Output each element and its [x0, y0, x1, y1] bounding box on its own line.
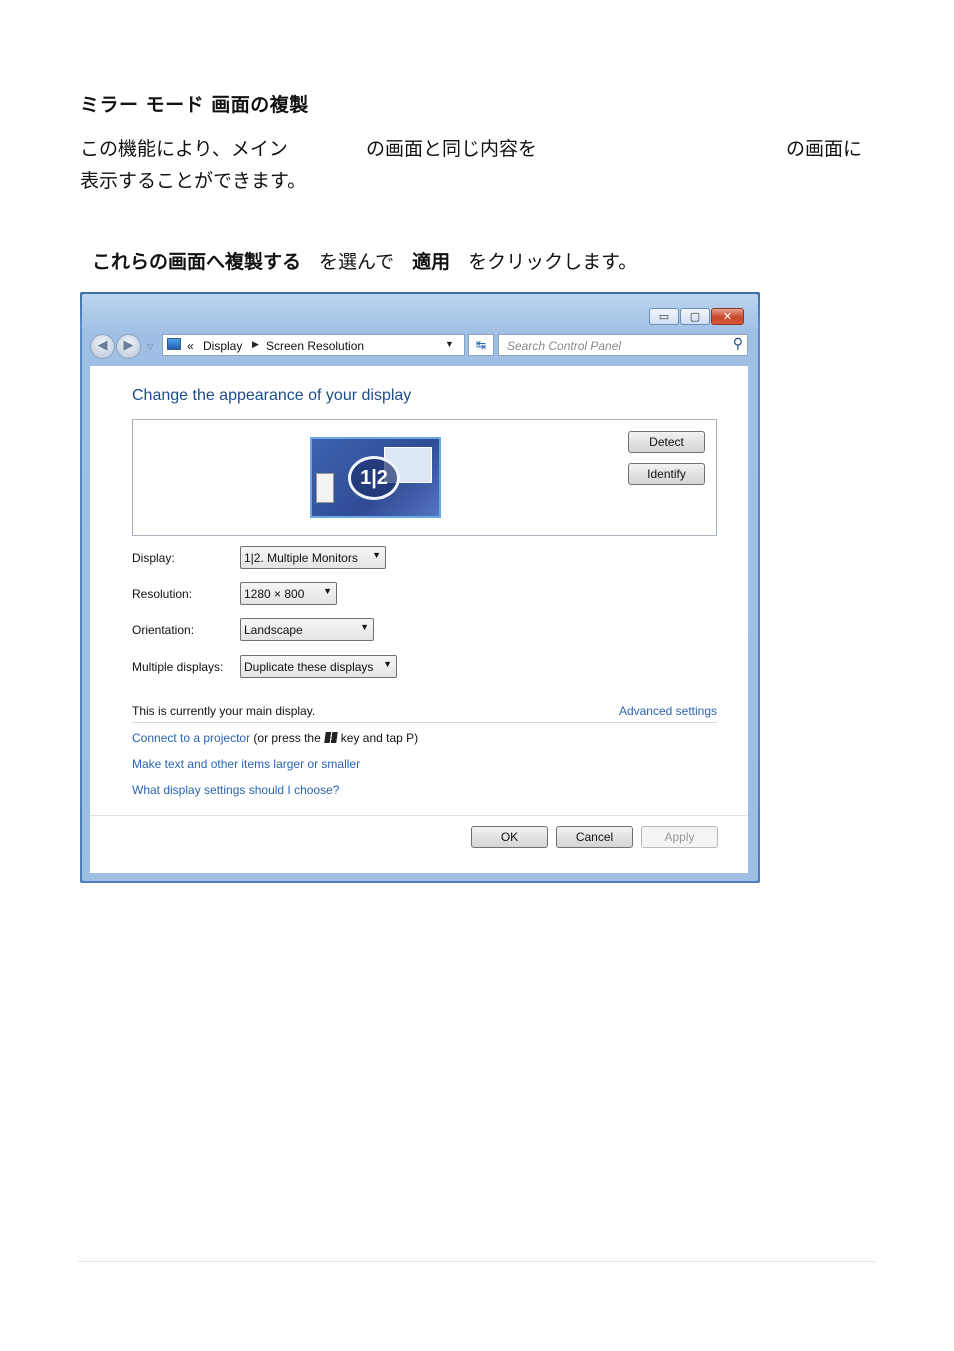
instr-bold-option: これらの画面へ複製する [92, 251, 302, 273]
resolution-select[interactable]: 1280 × 800 ▼ [240, 582, 337, 605]
doc-heading: ミラー モード 画面の複製 [80, 94, 309, 116]
para-segment-3: の画面に [786, 138, 863, 160]
ok-button[interactable]: OK [471, 826, 548, 848]
identify-button[interactable]: Identify [628, 463, 705, 485]
screen-resolution-window: ▭ ▢ ✕ ◀ ▶ ▽ « Display ▶ Screen Resolutio… [80, 292, 760, 883]
display-settings-help-link[interactable]: What display settings should I choose? [132, 783, 339, 797]
instr-text-1: を選んで [319, 251, 395, 273]
forward-button[interactable]: ▶ [116, 334, 141, 359]
projector-hint-1: (or press the [253, 731, 321, 745]
para-line-2: 表示することができます。 [80, 170, 307, 192]
divider [132, 722, 717, 723]
para-segment-2: の画面と同じ内容を [366, 138, 538, 160]
search-icon[interactable]: ⚲ [733, 336, 743, 352]
instr-text-2: をクリックします。 [468, 251, 638, 273]
instr-bold-apply: 適用 [412, 251, 451, 273]
control-panel-icon [167, 338, 181, 350]
content-pane: Change the appearance of your display 1|… [90, 366, 748, 873]
back-button[interactable]: ◀ [90, 334, 115, 359]
connect-projector-link[interactable]: Connect to a projector [132, 731, 250, 745]
chevron-down-icon: ▼ [372, 550, 381, 560]
window-chrome: ▭ ▢ ✕ ◀ ▶ ▽ « Display ▶ Screen Resolutio… [82, 294, 758, 881]
doc-instruction: これらの画面へ複製する を選んで 適用 をクリックします。 [92, 247, 637, 274]
multiple-displays-select-value: Duplicate these displays [244, 660, 374, 674]
advanced-settings-link[interactable]: Advanced settings [619, 704, 717, 718]
refresh-icon: ↹ [475, 338, 487, 352]
close-icon: ✕ [722, 310, 733, 323]
search-input[interactable]: Search Control Panel ⚲ [498, 334, 748, 356]
page-title: Change the appearance of your display [132, 387, 412, 404]
chevron-down-icon: ▼ [383, 659, 392, 669]
close-button[interactable]: ✕ [711, 308, 744, 325]
breadcrumb-separator-icon[interactable]: ▶ [252, 339, 259, 350]
projector-hint-2: key and tap P) [340, 731, 419, 745]
main-display-row: This is currently your main display. Adv… [132, 704, 717, 718]
para-segment-1: この機能により、メイン [80, 138, 288, 160]
maximize-button[interactable]: ▢ [680, 308, 710, 325]
address-chevrons[interactable]: « [187, 339, 194, 353]
refresh-button[interactable]: ↹ [468, 334, 494, 356]
chevron-down-icon: ▼ [360, 622, 369, 632]
document-thumbnail-icon [316, 473, 334, 503]
breadcrumb-screen-resolution[interactable]: Screen Resolution [266, 339, 364, 353]
multiple-displays-select[interactable]: Duplicate these displays ▼ [240, 655, 397, 678]
search-placeholder: Search Control Panel [507, 339, 622, 353]
cancel-button[interactable]: Cancel [556, 826, 633, 848]
apply-button[interactable]: Apply [641, 826, 718, 848]
address-dropdown-icon[interactable]: ▼ [445, 339, 454, 349]
display-label: Display: [132, 551, 175, 565]
minimize-icon: ▭ [658, 310, 670, 323]
text-size-link[interactable]: Make text and other items larger or smal… [132, 757, 360, 771]
detect-button[interactable]: Detect [628, 431, 705, 453]
breadcrumb-display[interactable]: Display [203, 339, 242, 353]
orientation-select-value: Landscape [244, 623, 303, 637]
maximize-icon: ▢ [689, 310, 701, 323]
recent-pages-chevron-icon[interactable]: ▽ [147, 342, 153, 351]
display-preview: 1|2 Detect Identify [132, 419, 717, 536]
display-select[interactable]: 1|2. Multiple Monitors ▼ [240, 546, 386, 569]
orientation-select[interactable]: Landscape ▼ [240, 618, 374, 641]
dialog-footer: OK Cancel Apply [90, 815, 748, 873]
minimize-button[interactable]: ▭ [649, 308, 679, 325]
chevron-down-icon: ▼ [323, 586, 332, 596]
multiple-displays-label: Multiple displays: [132, 660, 224, 674]
navigation-bar: ◀ ▶ ▽ « Display ▶ Screen Resolution ▼ ↹ … [90, 332, 748, 360]
resolution-select-value: 1280 × 800 [244, 587, 305, 601]
projector-row: Connect to a projector (or press the key … [132, 731, 418, 745]
page-footer-rule [78, 1261, 876, 1262]
back-arrow-icon: ◀ [97, 338, 108, 353]
monitor-number-badge: 1|2 [348, 456, 400, 500]
forward-arrow-icon: ▶ [123, 338, 134, 353]
windows-key-icon [324, 732, 338, 743]
caption-buttons: ▭ ▢ ✕ [649, 308, 744, 325]
main-display-text: This is currently your main display. [132, 704, 316, 718]
display-select-value: 1|2. Multiple Monitors [244, 551, 358, 565]
monitor-icon[interactable]: 1|2 [310, 437, 441, 518]
resolution-label: Resolution: [132, 587, 193, 601]
address-bar[interactable]: « Display ▶ Screen Resolution ▼ [162, 334, 465, 356]
orientation-label: Orientation: [132, 623, 195, 637]
